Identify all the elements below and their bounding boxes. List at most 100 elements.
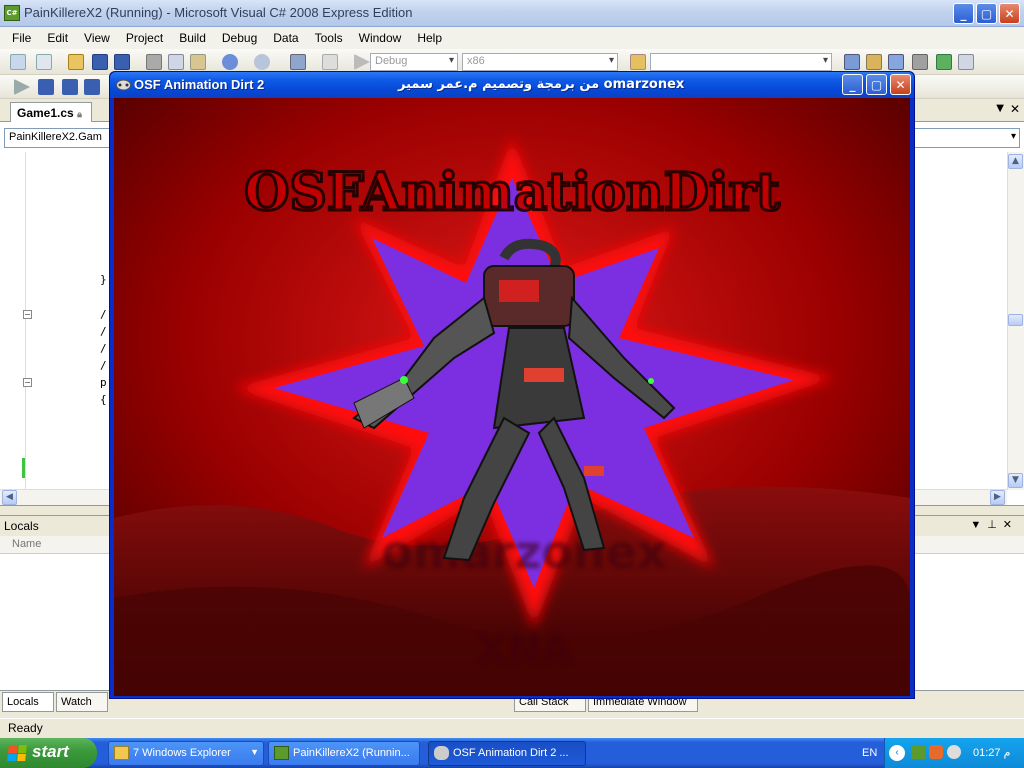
watermark-omarzonex: omarzonex (381, 525, 666, 579)
editor-vscrollbar[interactable]: ▲ ▼ (1007, 152, 1024, 490)
game-minimize-button[interactable]: _ (842, 74, 863, 95)
tab-label: Game1.cs (17, 106, 74, 120)
stop-debug-icon[interactable] (62, 79, 78, 95)
tray-expand-icon[interactable]: ‹ (889, 745, 905, 761)
watermark-xna: XNA (476, 627, 571, 673)
tab-dropdown-icon[interactable]: ▼ (996, 103, 1004, 114)
tray-app-icon[interactable] (911, 745, 925, 759)
menu-project[interactable]: Project (118, 31, 171, 45)
folder-icon (114, 746, 129, 760)
scroll-down-icon[interactable]: ▼ (1008, 473, 1023, 488)
csharp-icon (274, 746, 289, 760)
tab-game1-cs[interactable]: Game1.cs 🔒︎ (10, 102, 92, 122)
game-maximize-button[interactable]: ▢ (866, 74, 887, 95)
menu-tools[interactable]: Tools (307, 31, 351, 45)
member-nav-combo[interactable] (910, 128, 1020, 148)
group-dropdown-icon[interactable]: ▼ (250, 747, 259, 757)
taskbar-item-game[interactable]: OSF Animation Dirt 2 ... (428, 741, 586, 766)
more-windows-icon[interactable] (958, 54, 974, 70)
vs-title-bar[interactable]: C# PainKillereX2 (Running) - Microsoft V… (0, 0, 1024, 27)
csharp-app-icon: C# (4, 5, 20, 21)
scroll-up-icon[interactable]: ▲ (1008, 154, 1023, 169)
copy-icon[interactable] (168, 54, 184, 70)
new-project-icon[interactable] (10, 54, 26, 70)
system-tray: ‹ 01:27 م (884, 738, 1024, 768)
code-line: / (100, 308, 107, 321)
code-line: } (100, 273, 107, 286)
panel-controls[interactable]: ▼⊥✕ (970, 518, 1018, 531)
close-button[interactable]: ✕ (999, 3, 1020, 24)
code-line: p (100, 376, 107, 389)
platform-combo[interactable]: x86 (462, 53, 618, 71)
menu-edit[interactable]: Edit (39, 31, 76, 45)
taskbar-item-label: OSF Animation Dirt 2 ... (453, 747, 569, 759)
scroll-right-icon[interactable]: ▶ (990, 490, 1005, 505)
editor-gutter (0, 152, 26, 490)
game-title: OSF Animation Dirt 2 (134, 77, 265, 92)
redo-icon[interactable] (254, 54, 270, 70)
scroll-left-icon[interactable]: ◀ (2, 490, 17, 505)
code-line: / (100, 359, 107, 372)
game-viewport[interactable]: OSFAnimationDirt omarzonex XNA (114, 98, 910, 696)
xna-controller-icon (116, 79, 131, 91)
restart-icon[interactable] (84, 79, 100, 95)
break-all-icon[interactable] (38, 79, 54, 95)
start-page-icon[interactable] (936, 54, 952, 70)
game-close-button[interactable]: ✕ (890, 74, 911, 95)
code-line: / (100, 325, 107, 338)
menu-build[interactable]: Build (171, 31, 214, 45)
menu-debug[interactable]: Debug (214, 31, 265, 45)
start-label: start (32, 742, 69, 761)
tab-watch[interactable]: Watch (56, 692, 108, 712)
start-debug-icon[interactable] (354, 54, 370, 70)
maximize-button[interactable]: ▢ (976, 3, 997, 24)
language-indicator[interactable]: EN (862, 747, 877, 759)
clock[interactable]: 01:27 م (973, 746, 1010, 759)
col-name[interactable]: Name (12, 538, 41, 550)
minimize-button[interactable]: _ (953, 3, 974, 24)
xna-controller-icon (434, 746, 449, 760)
tray-network-icon[interactable] (929, 745, 943, 759)
find-combo[interactable] (650, 53, 832, 71)
save-icon[interactable] (92, 54, 108, 70)
undo-icon[interactable] (222, 54, 238, 70)
taskbar-item-vs[interactable]: PainKillereX2 (Runnin... (268, 741, 420, 766)
open-file-icon[interactable] (68, 54, 84, 70)
toolbox-icon[interactable] (912, 54, 928, 70)
game-scene: OSFAnimationDirt omarzonex XNA (114, 98, 910, 696)
close-tab-icon[interactable]: ✕ (1010, 102, 1020, 116)
tray-volume-icon[interactable] (947, 745, 961, 759)
cut-icon[interactable] (146, 54, 162, 70)
menu-data[interactable]: Data (265, 31, 306, 45)
menu-bar: File Edit View Project Build Debug Data … (0, 27, 1024, 49)
config-combo[interactable]: Debug (370, 53, 458, 71)
locals-title: Locals (4, 519, 39, 533)
save-all-icon[interactable] (114, 54, 130, 70)
collapse-icon[interactable]: − (23, 378, 32, 387)
game-title-bar[interactable]: OSF Animation Dirt 2 من برمجة وتصميم م.ع… (110, 72, 914, 98)
scroll-thumb[interactable] (1008, 314, 1023, 326)
object-browser-icon[interactable] (888, 54, 904, 70)
changed-line-marker (22, 458, 25, 478)
taskbar-item-label: PainKillereX2 (Runnin... (293, 747, 410, 759)
lock-icon: 🔒︎ (77, 109, 82, 119)
continue-icon[interactable] (14, 79, 30, 95)
menu-help[interactable]: Help (409, 31, 450, 45)
navigate-icon[interactable] (290, 54, 306, 70)
menu-view[interactable]: View (76, 31, 118, 45)
find-icon[interactable] (322, 54, 338, 70)
solution-explorer-icon[interactable] (844, 54, 860, 70)
status-bar: Ready (0, 718, 1024, 738)
taskbar-item-explorer[interactable]: 7 Windows Explorer ▼ (108, 741, 264, 766)
game-window[interactable]: OSF Animation Dirt 2 من برمجة وتصميم م.ع… (109, 71, 915, 699)
start-button[interactable]: start (0, 738, 97, 768)
collapse-icon[interactable]: − (23, 310, 32, 319)
menu-window[interactable]: Window (351, 31, 410, 45)
paste-icon[interactable] (190, 54, 206, 70)
tab-locals[interactable]: Locals (2, 692, 54, 712)
properties-icon[interactable] (866, 54, 882, 70)
find-in-files-icon[interactable] (630, 54, 646, 70)
menu-file[interactable]: File (4, 31, 39, 45)
tab-locals-label: Locals (7, 696, 39, 708)
add-item-icon[interactable] (36, 54, 52, 70)
